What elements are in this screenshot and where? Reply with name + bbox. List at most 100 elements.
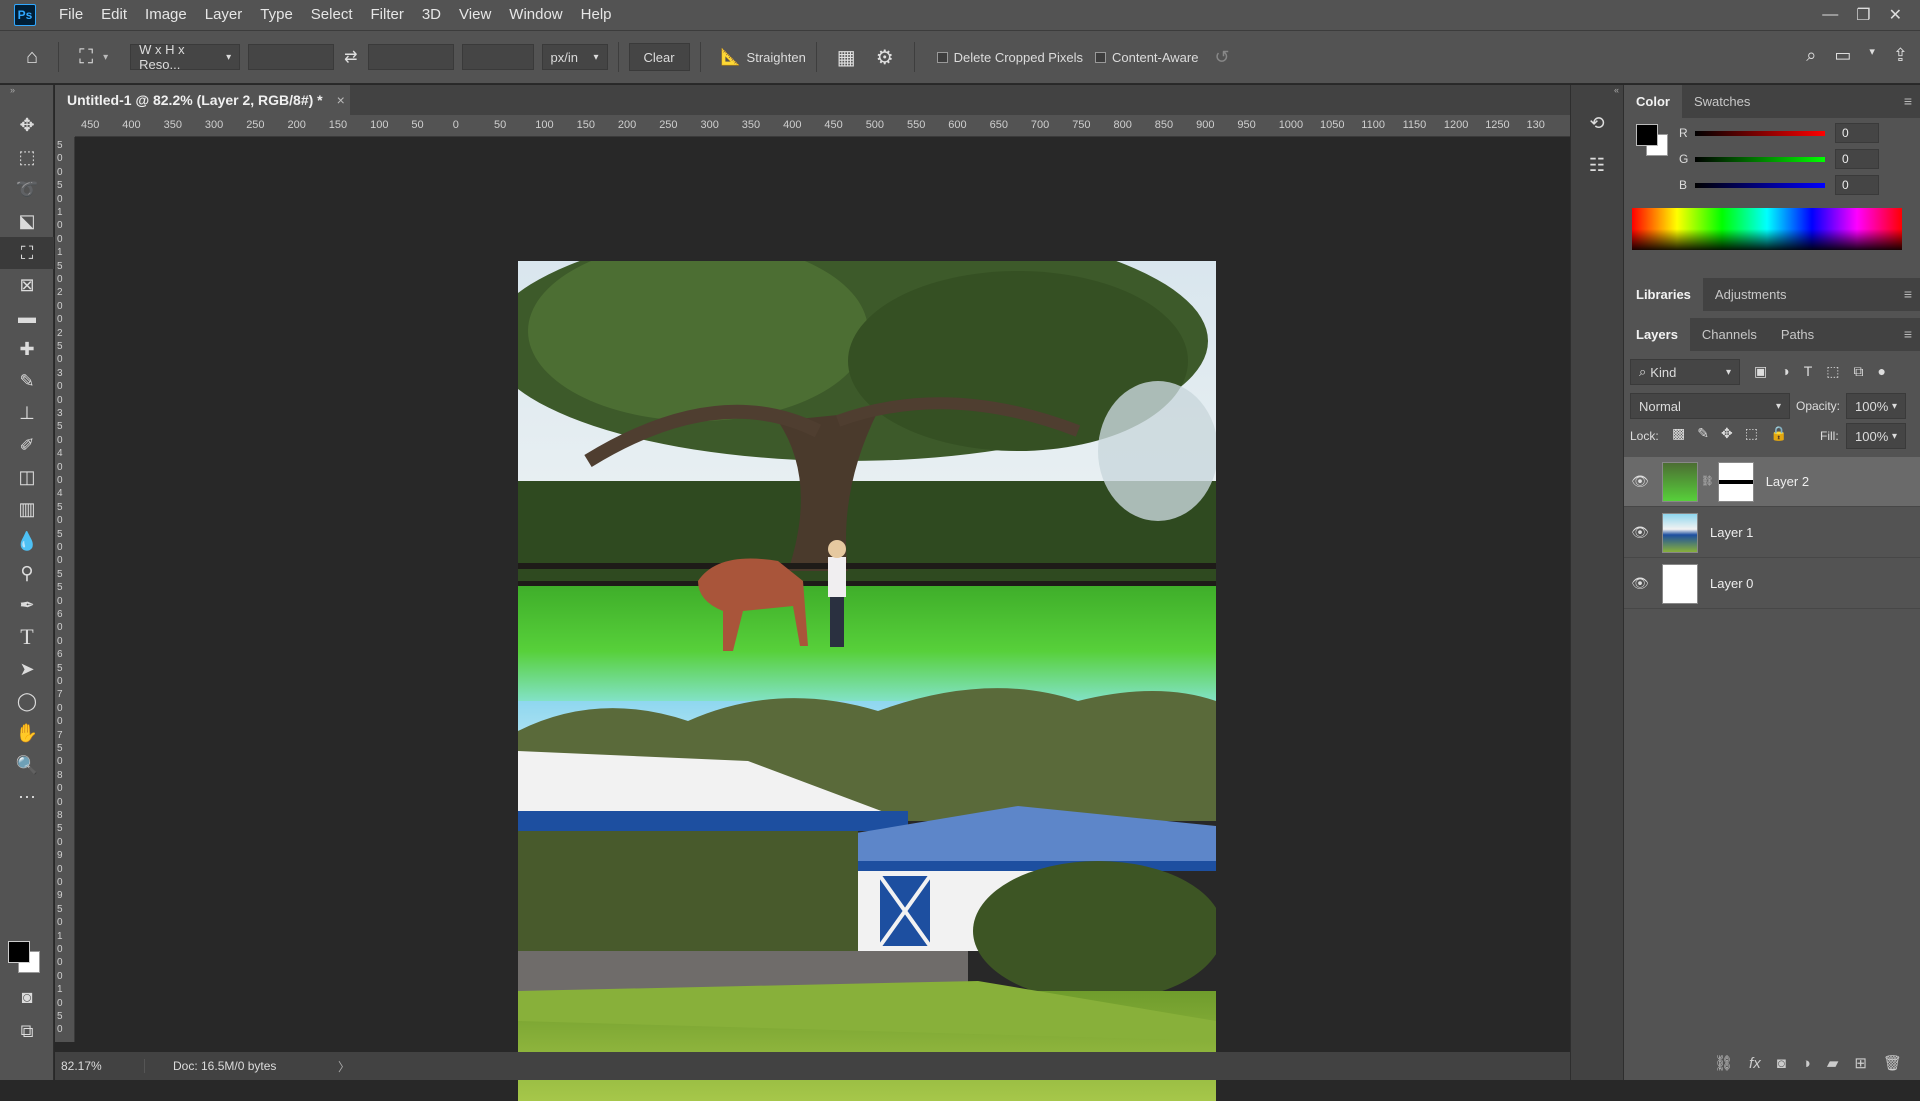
document-info[interactable]: Doc: 16.5M/0 bytes xyxy=(173,1059,338,1073)
workspace-icon[interactable]: ▭ xyxy=(1834,45,1851,66)
reset-icon[interactable]: ↺ xyxy=(1214,47,1229,68)
more-tools-icon[interactable]: ⋯ xyxy=(0,781,54,813)
menu-3d[interactable]: 3D xyxy=(413,0,450,30)
panel-menu-icon[interactable]: ≡ xyxy=(1904,286,1912,302)
content-aware-checkbox[interactable]: Content-Aware xyxy=(1095,50,1198,65)
object-selection-tool-icon[interactable]: ⬕ xyxy=(0,205,54,237)
screen-mode-icon[interactable]: ⧉ xyxy=(0,1015,54,1047)
layer-row-layer-2[interactable]: 👁 ⛓ Layer 2 xyxy=(1624,457,1920,507)
layer-mask-thumbnail[interactable] xyxy=(1717,461,1754,502)
expand-icon[interactable]: » xyxy=(0,85,53,95)
ellipse-tool-icon[interactable]: ◯ xyxy=(0,685,54,717)
add-mask-icon[interactable]: ◙ xyxy=(1777,1055,1786,1072)
filter-toggle-icon[interactable]: ● xyxy=(1878,363,1886,380)
vertical-ruler[interactable]: 5005010015020025030035040045050055060065… xyxy=(55,137,75,1042)
layer-name[interactable]: Layer 2 xyxy=(1766,474,1809,489)
delete-layer-icon[interactable]: 🗑 xyxy=(1883,1054,1902,1072)
dodge-tool-icon[interactable]: ⚲ xyxy=(0,557,54,589)
red-track[interactable] xyxy=(1695,130,1825,136)
visibility-eye-icon[interactable]: 👁 xyxy=(1624,575,1656,592)
opacity-input[interactable]: 100% ▾ xyxy=(1846,393,1906,419)
link-layers-icon[interactable]: ⛓ xyxy=(1714,1054,1733,1072)
red-value[interactable]: 0 xyxy=(1835,123,1879,143)
layer-row-layer-0[interactable]: 👁 Layer 0 xyxy=(1624,559,1920,609)
green-slider[interactable]: G 0 xyxy=(1679,148,1919,170)
history-icon[interactable]: ⟲ xyxy=(1585,113,1609,137)
ratio-dropdown[interactable]: W x H x Reso... ▾ xyxy=(130,42,241,72)
horizontal-ruler[interactable]: 450 400 350 300 250 200 150 100 50 0 50 100 150 200 25… xyxy=(75,115,1570,137)
width-input[interactable] xyxy=(248,44,335,70)
new-layer-icon[interactable]: ⊞ xyxy=(1854,1054,1867,1072)
frame-tool-icon[interactable]: ⊠ xyxy=(0,269,54,301)
lock-artboard-icon[interactable]: ⬚ xyxy=(1745,425,1758,442)
close-icon[interactable]: ✕ xyxy=(1889,5,1902,25)
history-brush-icon[interactable]: ✐ xyxy=(0,429,54,461)
foreground-color-swatch[interactable] xyxy=(1636,124,1658,146)
straighten-label[interactable]: Straighten xyxy=(747,50,806,65)
menu-image[interactable]: Image xyxy=(136,0,196,30)
new-adjustment-icon[interactable]: ◑ xyxy=(1802,1055,1811,1072)
document-tab[interactable]: Untitled-1 @ 82.2% (Layer 2, RGB/8#) * × xyxy=(55,85,350,115)
tab-swatches[interactable]: Swatches xyxy=(1682,85,1762,118)
lock-image-icon[interactable]: ✎ xyxy=(1697,425,1709,442)
clone-stamp-icon[interactable]: ⊥ xyxy=(0,397,54,429)
close-tab-icon[interactable]: × xyxy=(337,92,345,108)
menu-help[interactable]: Help xyxy=(572,0,621,30)
document-image[interactable] xyxy=(518,261,1216,1101)
green-track[interactable] xyxy=(1695,156,1825,162)
delete-cropped-pixels-checkbox[interactable]: Delete Cropped Pixels xyxy=(936,50,1083,65)
tab-adjustments[interactable]: Adjustments xyxy=(1703,278,1799,311)
chevron-down-icon[interactable]: ▾ xyxy=(1869,45,1875,66)
ruler-origin[interactable] xyxy=(55,115,75,137)
visibility-eye-icon[interactable]: 👁 xyxy=(1624,524,1656,541)
fill-input[interactable]: 100% ▾ xyxy=(1846,423,1906,449)
home-icon[interactable]: ⌂ xyxy=(26,46,38,69)
layer-style-icon[interactable]: fx xyxy=(1749,1055,1761,1072)
green-value[interactable]: 0 xyxy=(1835,149,1879,169)
path-selection-icon[interactable]: ➤ xyxy=(0,653,54,685)
share-icon[interactable]: ⇪ xyxy=(1893,45,1908,66)
clear-button[interactable]: Clear xyxy=(628,43,690,71)
menu-select[interactable]: Select xyxy=(302,0,362,30)
blend-mode-dropdown[interactable]: Normal ▾ xyxy=(1630,393,1790,419)
eraser-tool-icon[interactable]: ◫ xyxy=(0,461,54,493)
shape-filter-icon[interactable]: ⬚ xyxy=(1826,363,1839,380)
chevron-down-icon[interactable]: ▾ xyxy=(103,52,108,63)
kind-filter-dropdown[interactable]: ⌕ Kind ▾ xyxy=(1630,359,1740,385)
layer-row-layer-1[interactable]: 👁 Layer 1 xyxy=(1624,508,1920,558)
marquee-tool-icon[interactable]: ⬚ xyxy=(0,141,54,173)
lasso-tool-icon[interactable]: ➰ xyxy=(0,173,54,205)
blue-track[interactable] xyxy=(1695,182,1825,188)
tab-paths[interactable]: Paths xyxy=(1769,318,1826,351)
quick-mask-icon[interactable]: ◙ xyxy=(0,981,54,1013)
restore-icon[interactable]: ❐ xyxy=(1856,5,1870,25)
tab-channels[interactable]: Channels xyxy=(1690,318,1769,351)
grid-overlay-icon[interactable]: ▦ xyxy=(837,45,856,70)
visibility-eye-icon[interactable]: 👁 xyxy=(1624,473,1656,490)
layer-name[interactable]: Layer 1 xyxy=(1710,525,1753,540)
checkbox-box[interactable] xyxy=(1095,51,1106,63)
blue-value[interactable]: 0 xyxy=(1835,175,1879,195)
red-slider[interactable]: R 0 xyxy=(1679,122,1919,144)
lock-position-icon[interactable]: ✥ xyxy=(1721,425,1733,442)
pixel-filter-icon[interactable]: ▣ xyxy=(1754,363,1767,380)
height-input[interactable] xyxy=(367,44,454,70)
gradient-tool-icon[interactable]: ▥ xyxy=(0,493,54,525)
healing-brush-icon[interactable]: ✚ xyxy=(0,333,54,365)
brush-tool-icon[interactable]: ✎ xyxy=(0,365,54,397)
lock-transparency-icon[interactable]: ▩ xyxy=(1672,425,1685,442)
straighten-icon[interactable]: 📐 xyxy=(721,47,741,67)
gear-icon[interactable]: ⚙ xyxy=(876,45,894,70)
move-tool-icon[interactable]: ✥ xyxy=(0,109,54,141)
menu-type[interactable]: Type xyxy=(251,0,302,30)
pen-tool-icon[interactable]: ✒ xyxy=(0,589,54,621)
adjustment-filter-icon[interactable]: ◑ xyxy=(1781,363,1789,380)
smart-object-filter-icon[interactable]: ⧉ xyxy=(1854,363,1864,380)
type-tool-icon[interactable]: T xyxy=(0,621,54,653)
search-icon[interactable]: ⌕ xyxy=(1806,45,1816,66)
hand-tool-icon[interactable]: ✋ xyxy=(0,717,54,749)
collapse-icon[interactable]: « xyxy=(1571,85,1623,99)
tab-layers[interactable]: Layers xyxy=(1624,318,1690,351)
panel-menu-icon[interactable]: ≡ xyxy=(1904,93,1912,109)
menu-layer[interactable]: Layer xyxy=(196,0,252,30)
